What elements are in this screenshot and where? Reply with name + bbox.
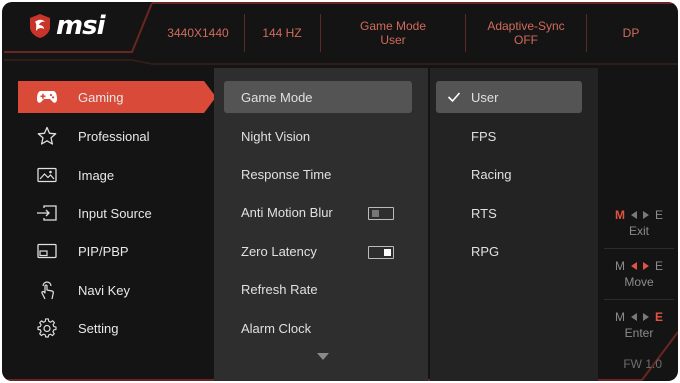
option-label: FPS — [471, 128, 497, 144]
sub-menu-label: Night Vision — [241, 128, 311, 144]
key-hint-exit: M E Exit — [600, 208, 678, 238]
option-label: RPG — [471, 243, 500, 259]
main-menu-label: PIP/PBP — [78, 243, 129, 259]
enter-key: E — [654, 208, 663, 222]
sub-menu-label: Alarm Clock — [241, 320, 312, 336]
menu-key: M — [614, 208, 625, 222]
zero-latency-toggle[interactable] — [368, 246, 394, 259]
osd-frame: msi 3440X1440 144 HZ Game Mode User Adap… — [2, 2, 678, 381]
key-hint-label: Move — [624, 275, 654, 289]
main-menu-label: Image — [78, 167, 115, 183]
checkmark-icon — [436, 91, 471, 103]
main-menu-label: Navi Key — [78, 282, 131, 298]
key-hint-move: M E Move — [600, 259, 678, 289]
sub-menu-item-alarm-clock[interactable]: Alarm Clock — [224, 312, 412, 344]
gamepad-icon — [36, 86, 58, 108]
gear-icon — [36, 317, 58, 339]
sub-menu-label: Zero Latency — [241, 243, 317, 259]
main-menu: Gaming Professional Image Input Source P… — [12, 68, 216, 381]
enter-key: E — [654, 259, 663, 273]
main-menu-item-professional[interactable]: Professional — [18, 120, 204, 152]
main-menu-label: Gaming — [78, 89, 124, 105]
game-mode-readout: Game Mode User — [321, 12, 465, 54]
input-readout: DP — [587, 12, 675, 54]
adaptive-sync-readout: Adaptive-Sync OFF — [466, 12, 586, 54]
msi-logo: msi — [28, 11, 105, 41]
option-list: User FPS Racing RTS RPG — [430, 68, 598, 381]
main-menu-label: Professional — [78, 128, 150, 144]
option-rts[interactable]: RTS — [436, 197, 582, 229]
sub-menu-item-game-mode[interactable]: Game Mode — [224, 81, 412, 113]
main-menu-item-setting[interactable]: Setting — [18, 312, 204, 344]
option-user[interactable]: User — [436, 81, 582, 113]
main-menu-item-image[interactable]: Image — [18, 159, 204, 191]
refresh-value: 144 HZ — [262, 26, 302, 40]
sub-menu-label: Response Time — [241, 166, 332, 182]
right-arrow-icon — [642, 313, 649, 321]
left-arrow-icon — [630, 313, 637, 321]
pip-icon — [36, 240, 58, 262]
input-source-icon — [36, 202, 58, 224]
option-rpg[interactable]: RPG — [436, 235, 582, 267]
main-menu-item-gaming[interactable]: Gaming — [18, 81, 216, 113]
main-menu-item-input-source[interactable]: Input Source — [18, 197, 204, 229]
option-label: RTS — [471, 205, 497, 221]
anti-motion-blur-toggle[interactable] — [368, 207, 394, 220]
left-arrow-icon — [630, 262, 637, 270]
left-arrow-icon — [630, 211, 637, 219]
menu-key: M — [614, 310, 625, 324]
main-menu-label: Input Source — [78, 205, 152, 221]
input-value: DP — [622, 26, 640, 40]
sub-menu-label: Game Mode — [241, 89, 313, 105]
navi-key-icon — [36, 279, 58, 301]
sub-menu-label: Anti Motion Blur — [241, 204, 333, 220]
enter-key: E — [654, 310, 663, 324]
sub-menu-item-anti-motion-blur[interactable]: Anti Motion Blur — [224, 196, 412, 228]
firmware-version: FW 1.0 — [623, 357, 662, 371]
key-divider — [604, 299, 674, 300]
main-menu-item-pip-pbp[interactable]: PIP/PBP — [18, 235, 204, 267]
key-hint-enter: M E Enter — [600, 310, 678, 340]
adaptive-sync-value: OFF — [514, 33, 538, 47]
refresh-readout: 144 HZ — [245, 12, 319, 54]
game-mode-readout-label: Game Mode — [359, 19, 427, 33]
sub-menu-item-refresh-rate[interactable]: Refresh Rate — [224, 273, 412, 305]
scroll-down-icon[interactable] — [317, 353, 329, 360]
sub-menu: Game Mode Night Vision Response Time Ant… — [214, 68, 428, 381]
sub-menu-item-zero-latency[interactable]: Zero Latency — [224, 235, 412, 267]
sub-menu-item-night-vision[interactable]: Night Vision — [224, 120, 412, 152]
option-label: User — [471, 89, 499, 105]
main-menu-item-navi-key[interactable]: Navi Key — [18, 274, 204, 306]
right-arrow-icon — [642, 262, 649, 270]
key-hint-label: Exit — [628, 224, 649, 238]
key-divider — [604, 248, 674, 249]
image-icon — [36, 164, 58, 186]
game-mode-readout-value: User — [380, 33, 406, 47]
option-fps[interactable]: FPS — [436, 120, 582, 152]
sub-menu-item-response-time[interactable]: Response Time — [224, 158, 412, 190]
key-hints: M E Exit M E Move M E Enter FW 1.0 — [600, 68, 678, 381]
resolution-readout: 3440X1440 — [152, 12, 244, 54]
sub-menu-label: Refresh Rate — [241, 281, 318, 297]
star-icon — [36, 125, 58, 147]
adaptive-sync-label: Adaptive-Sync — [487, 19, 565, 33]
right-arrow-icon — [642, 211, 649, 219]
main-menu-label: Setting — [78, 320, 119, 336]
brand-name: msi — [56, 11, 105, 41]
menu-key: M — [614, 259, 625, 273]
key-hint-label: Enter — [624, 326, 654, 340]
option-racing[interactable]: Racing — [436, 158, 582, 190]
dragon-shield-icon — [30, 14, 50, 38]
option-label: Racing — [471, 166, 512, 182]
resolution-value: 3440X1440 — [167, 26, 229, 40]
